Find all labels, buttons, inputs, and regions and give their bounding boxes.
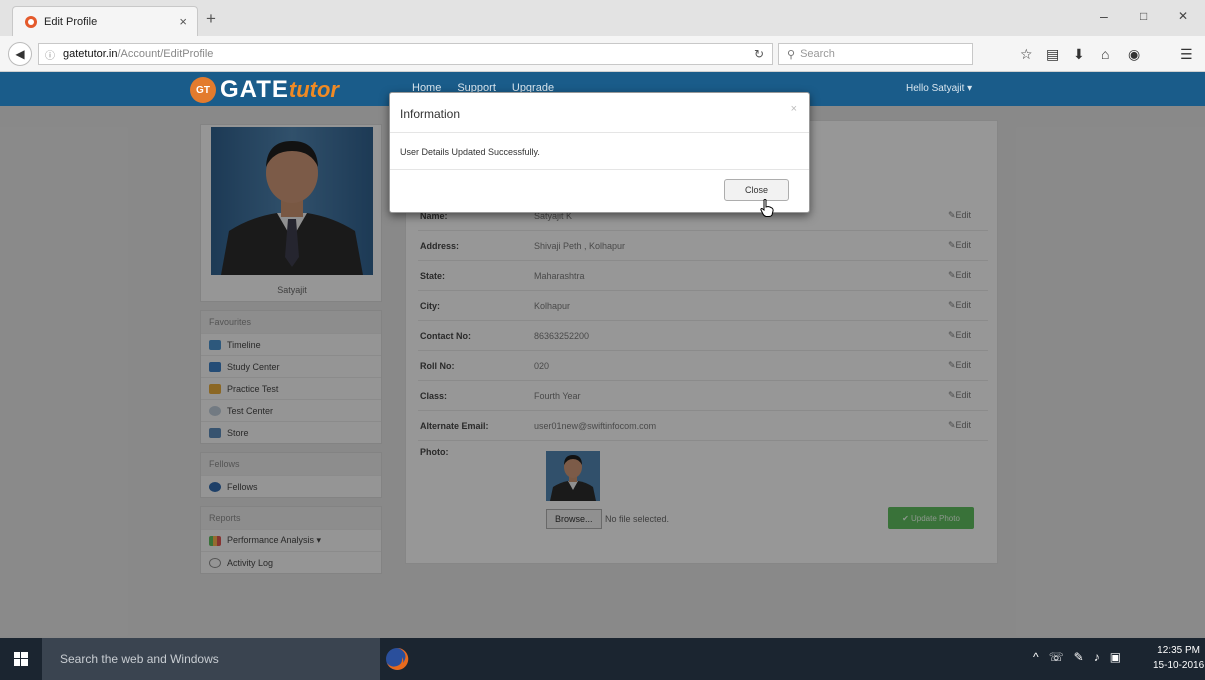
dialog-close-icon[interactable]: × xyxy=(791,103,797,115)
back-arrow-icon: ◀ xyxy=(15,47,25,61)
home-icon[interactable]: ⌂ xyxy=(1101,46,1109,62)
search-placeholder: Search xyxy=(800,48,835,60)
system-tray: ^ ☏ ✎ ♪ ▣ xyxy=(1033,650,1121,664)
logo-badge: GT xyxy=(190,77,216,103)
clock-date: 15-10-2016 xyxy=(1153,660,1205,671)
site-logo[interactable]: GT GATE tutor xyxy=(190,76,339,104)
start-button[interactable] xyxy=(0,638,42,680)
network-icon[interactable]: ☏ xyxy=(1049,650,1064,664)
pen-icon[interactable]: ✎ xyxy=(1074,650,1084,664)
hand-pointer-icon xyxy=(760,199,774,217)
url-path: /Account/EditProfile xyxy=(117,48,214,60)
windows-taskbar: Search the web and Windows ^ ☏ ✎ ♪ ▣ 12:… xyxy=(0,638,1205,680)
site-info-icon[interactable]: ⓘ xyxy=(45,47,55,62)
downloads-icon[interactable]: ⬇ xyxy=(1073,46,1085,63)
logo-text-gate: GATE xyxy=(220,76,289,103)
windows-logo-icon xyxy=(14,652,28,666)
browser-tab-bar: Edit Profile × + – □ ✕ xyxy=(0,0,1205,36)
pocket-icon[interactable]: ◉ xyxy=(1128,46,1140,63)
minimize-button[interactable]: – xyxy=(1100,8,1108,24)
clock-time: 12:35 PM xyxy=(1157,645,1200,656)
information-dialog: Information × User Details Updated Succe… xyxy=(389,92,810,213)
menu-icon[interactable]: ☰ xyxy=(1180,46,1193,63)
window-close-button[interactable]: ✕ xyxy=(1178,9,1188,23)
maximize-button[interactable]: □ xyxy=(1140,9,1147,23)
site-favicon-icon xyxy=(25,15,37,28)
taskbar-search-input[interactable]: Search the web and Windows xyxy=(42,638,380,680)
bookmark-star-icon[interactable]: ☆ xyxy=(1020,46,1033,63)
reload-icon[interactable]: ↻ xyxy=(754,47,764,61)
browser-nav-bar: ◀ ⓘ gatetutor.in /Account/EditProfile ↻ … xyxy=(0,36,1205,72)
chevron-up-icon[interactable]: ^ xyxy=(1033,650,1039,664)
dialog-message: User Details Updated Successfully. xyxy=(400,147,540,157)
url-host: gatetutor.in xyxy=(63,48,118,60)
search-icon: ⚲ xyxy=(787,48,796,61)
dialog-divider xyxy=(390,169,809,170)
user-menu[interactable]: Hello Satyajit ▾ xyxy=(906,83,972,94)
taskbar-clock[interactable]: 12:35 PM 15-10-2016 xyxy=(1153,643,1204,673)
browser-tab[interactable]: Edit Profile × xyxy=(12,6,198,36)
back-button[interactable]: ◀ xyxy=(8,42,32,66)
tab-title: Edit Profile xyxy=(44,15,98,28)
dialog-divider xyxy=(390,132,809,133)
address-bar[interactable]: ⓘ gatetutor.in /Account/EditProfile ↻ xyxy=(38,43,773,65)
logo-text-tutor: tutor xyxy=(288,77,339,102)
reading-list-icon[interactable]: ▤ xyxy=(1046,46,1059,63)
firefox-icon[interactable] xyxy=(384,646,410,672)
new-tab-button[interactable]: + xyxy=(206,9,216,29)
volume-icon[interactable]: ♪ xyxy=(1094,650,1100,664)
tab-close-icon[interactable]: × xyxy=(179,14,187,29)
close-button[interactable]: Close xyxy=(724,179,789,201)
dialog-title: Information xyxy=(400,107,461,121)
taskbar-search-placeholder: Search the web and Windows xyxy=(60,652,219,666)
browser-search-input[interactable]: ⚲ Search xyxy=(778,43,973,65)
notifications-icon[interactable]: ▣ xyxy=(1110,650,1121,664)
